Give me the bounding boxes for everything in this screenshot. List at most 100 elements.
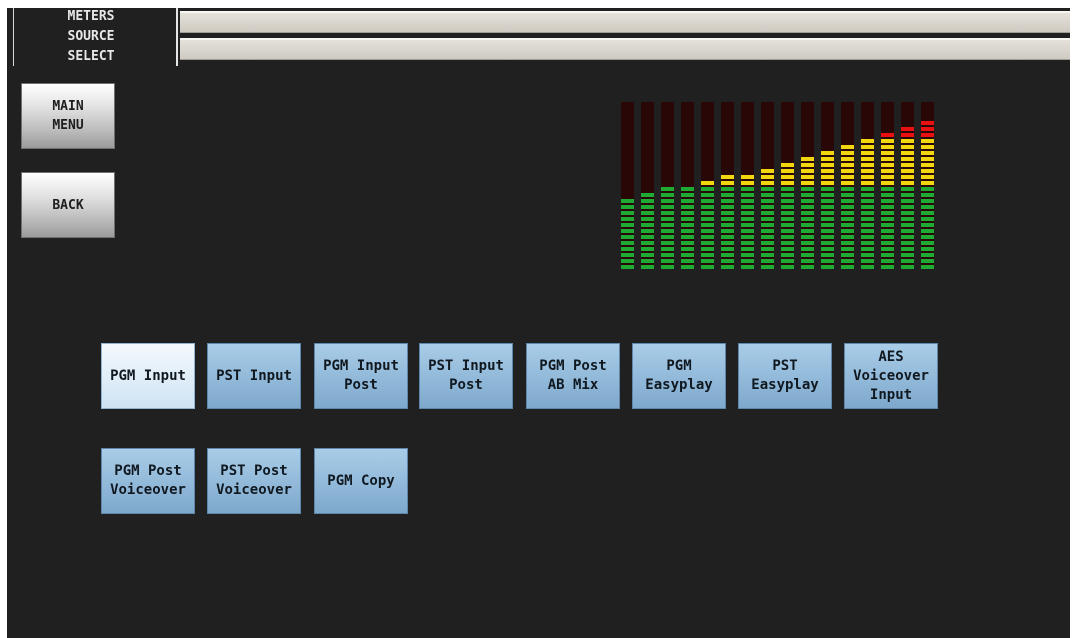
meter-segment xyxy=(781,175,794,179)
meter-segment xyxy=(781,181,794,185)
meter-segment xyxy=(881,139,894,143)
meter-column xyxy=(761,102,774,269)
meter-segment xyxy=(801,181,814,185)
meter-segment xyxy=(821,265,834,269)
meter-segment xyxy=(681,205,694,209)
meter-segment xyxy=(761,211,774,215)
meter-segment xyxy=(741,247,754,251)
meter-segment xyxy=(621,223,634,227)
page-title: METERS SOURCE SELECT xyxy=(13,8,178,66)
meter-segment xyxy=(901,217,914,221)
meter-segment xyxy=(621,205,634,209)
source-button-pgm-post-ab-mix[interactable]: PGM Post AB Mix xyxy=(526,343,620,409)
meter-segment xyxy=(901,127,914,131)
meter-segment xyxy=(721,223,734,227)
source-button-aes-voiceover-input[interactable]: AES Voiceover Input xyxy=(844,343,938,409)
source-button-pst-easyplay[interactable]: PST Easyplay xyxy=(738,343,832,409)
meter-segment xyxy=(701,205,714,209)
meter-segment xyxy=(761,247,774,251)
meter-segment xyxy=(901,211,914,215)
meter-segment xyxy=(921,151,934,155)
meter-column xyxy=(881,102,894,269)
meter-segment xyxy=(701,265,714,269)
audio-level-meter xyxy=(621,102,941,269)
meter-segment xyxy=(921,187,934,191)
meter-segment xyxy=(841,169,854,173)
meter-segment xyxy=(761,235,774,239)
meter-segment xyxy=(841,253,854,257)
meter-segment xyxy=(621,265,634,269)
meter-segment xyxy=(861,211,874,215)
meter-column xyxy=(721,102,734,269)
meter-segment xyxy=(681,241,694,245)
source-button-pst-input[interactable]: PST Input xyxy=(207,343,301,409)
meter-column xyxy=(801,102,814,269)
meter-segment xyxy=(641,211,654,215)
meter-segment xyxy=(841,265,854,269)
meter-segment xyxy=(881,235,894,239)
title-line-1: METERS xyxy=(67,9,115,24)
meter-segment xyxy=(681,265,694,269)
meter-segment xyxy=(701,211,714,215)
meter-segment xyxy=(821,199,834,203)
meter-segment xyxy=(921,139,934,143)
meter-segment xyxy=(641,229,654,233)
meter-segment xyxy=(641,205,654,209)
meter-segment xyxy=(901,241,914,245)
status-bar-bottom xyxy=(180,38,1070,60)
meter-segment xyxy=(761,253,774,257)
meter-segment xyxy=(861,163,874,167)
meter-column xyxy=(621,102,634,269)
meter-segment xyxy=(661,253,674,257)
meter-segment xyxy=(741,223,754,227)
meter-segment xyxy=(701,217,714,221)
meter-segment xyxy=(921,217,934,221)
meter-segment xyxy=(861,175,874,179)
meter-segment xyxy=(921,265,934,269)
back-button[interactable]: BACK xyxy=(21,172,115,238)
meter-segment xyxy=(881,205,894,209)
meter-segment xyxy=(901,223,914,227)
source-button-pgm-post-voiceover[interactable]: PGM Post Voiceover xyxy=(101,448,195,514)
meter-segment xyxy=(861,259,874,263)
meter-segment xyxy=(741,175,754,179)
meter-segment xyxy=(681,253,694,257)
meter-segment xyxy=(741,205,754,209)
meter-segment xyxy=(781,211,794,215)
meter-segment xyxy=(821,253,834,257)
meter-segment xyxy=(781,187,794,191)
source-button-pst-input-post[interactable]: PST Input Post xyxy=(419,343,513,409)
source-button-pgm-copy[interactable]: PGM Copy xyxy=(314,448,408,514)
meter-segment xyxy=(821,169,834,173)
meter-segment xyxy=(721,181,734,185)
meter-segment xyxy=(641,253,654,257)
meter-segment xyxy=(861,169,874,173)
meter-segment xyxy=(661,199,674,203)
source-button-pgm-easyplay[interactable]: PGM Easyplay xyxy=(632,343,726,409)
source-button-pgm-input-post[interactable]: PGM Input Post xyxy=(314,343,408,409)
meter-segment xyxy=(621,241,634,245)
meter-segment xyxy=(921,253,934,257)
meter-segment xyxy=(621,211,634,215)
meter-column xyxy=(821,102,834,269)
meter-segment xyxy=(901,253,914,257)
meter-segment xyxy=(721,247,734,251)
meter-segment xyxy=(901,139,914,143)
meter-segment xyxy=(821,175,834,179)
meter-column xyxy=(921,102,934,269)
meter-segment xyxy=(841,211,854,215)
source-button-pst-post-voiceover[interactable]: PST Post Voiceover xyxy=(207,448,301,514)
meter-segment xyxy=(801,187,814,191)
meter-segment xyxy=(661,187,674,191)
meter-segment xyxy=(761,169,774,173)
source-button-pgm-input[interactable]: PGM Input xyxy=(101,343,195,409)
meter-segment xyxy=(901,229,914,233)
meter-segment xyxy=(841,157,854,161)
meter-segment xyxy=(641,223,654,227)
meter-segment xyxy=(761,223,774,227)
meter-segment xyxy=(761,175,774,179)
main-menu-button[interactable]: MAIN MENU xyxy=(21,83,115,149)
meter-segment xyxy=(841,259,854,263)
meter-segment xyxy=(781,199,794,203)
meter-segment xyxy=(841,163,854,167)
